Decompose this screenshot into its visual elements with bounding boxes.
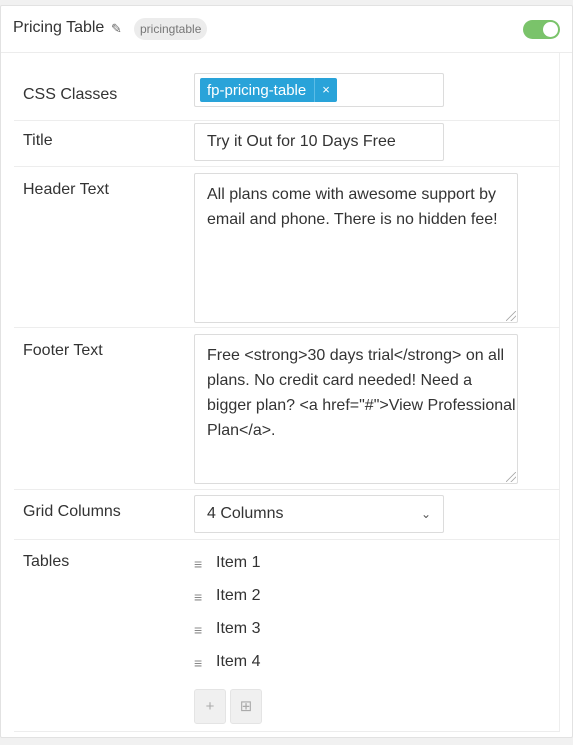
row-grid-columns: Grid Columns 4 Columns ⌄ xyxy=(14,490,560,540)
drag-handle-icon[interactable]: ≡ xyxy=(194,589,202,605)
resize-handle-icon[interactable] xyxy=(506,472,516,482)
panel-header: Pricing Table ✎ pricingtable xyxy=(1,6,572,53)
row-footer-text: Footer Text Free <strong>30 days trial</… xyxy=(14,328,560,490)
add-item-button[interactable]: + xyxy=(194,689,226,724)
row-css-classes: CSS Classes fp-pricing-table × xyxy=(14,53,560,121)
header-text-value: All plans come with awesome support by e… xyxy=(207,186,498,228)
chevron-down-icon: ⌄ xyxy=(420,507,431,521)
list-item-label: Item 3 xyxy=(216,620,261,637)
footer-text-label: Footer Text xyxy=(23,342,103,359)
list-item-label: Item 2 xyxy=(216,587,261,604)
element-type-badge: pricingtable xyxy=(134,18,208,40)
pricing-table-panel: Pricing Table ✎ pricingtable CSS Classes… xyxy=(0,5,573,738)
css-class-tag-label: fp-pricing-table xyxy=(207,81,307,99)
panel-title: Pricing Table xyxy=(13,19,105,36)
resize-handle-icon[interactable] xyxy=(506,311,516,321)
css-classes-label: CSS Classes xyxy=(23,86,118,103)
tables-label: Tables xyxy=(23,553,70,570)
title-input-value: Try it Out for 10 Days Free xyxy=(207,133,396,150)
title-input[interactable]: Try it Out for 10 Days Free xyxy=(194,123,444,161)
header-text-textarea[interactable]: All plans come with awesome support by e… xyxy=(194,173,518,323)
toggle-knob xyxy=(543,22,558,37)
row-header-text: Header Text All plans come with awesome … xyxy=(14,167,560,328)
drag-handle-icon[interactable]: ≡ xyxy=(194,556,202,572)
grid-columns-select[interactable]: 4 Columns ⌄ xyxy=(194,495,444,533)
footer-text-textarea[interactable]: Free <strong>30 days trial</strong> on a… xyxy=(194,334,518,484)
grid-columns-value: 4 Columns xyxy=(207,505,284,522)
enable-toggle[interactable] xyxy=(523,20,560,39)
grid-columns-label: Grid Columns xyxy=(23,503,121,520)
drag-handle-icon[interactable]: ≡ xyxy=(194,622,202,638)
list-item-label: Item 1 xyxy=(216,554,261,571)
tag-remove-icon[interactable]: × xyxy=(314,78,337,102)
header-text-label: Header Text xyxy=(23,181,109,198)
pencil-icon[interactable]: ✎ xyxy=(111,21,122,37)
add-template-button[interactable]: ⊞ xyxy=(230,689,262,724)
title-label: Title xyxy=(23,132,53,149)
css-classes-input[interactable]: fp-pricing-table × xyxy=(194,73,444,107)
row-tables: Tables ≡ Item 1 ≡ Item 2 ≡ Item 3 ≡ Item… xyxy=(14,540,560,732)
drag-handle-icon[interactable]: ≡ xyxy=(194,655,202,671)
settings-form: CSS Classes fp-pricing-table × Title Try… xyxy=(14,53,560,732)
list-item-label: Item 4 xyxy=(216,653,261,670)
css-class-tag: fp-pricing-table × xyxy=(200,78,337,102)
row-title: Title Try it Out for 10 Days Free xyxy=(14,121,560,167)
footer-text-value: Free <strong>30 days trial</strong> on a… xyxy=(207,347,516,439)
